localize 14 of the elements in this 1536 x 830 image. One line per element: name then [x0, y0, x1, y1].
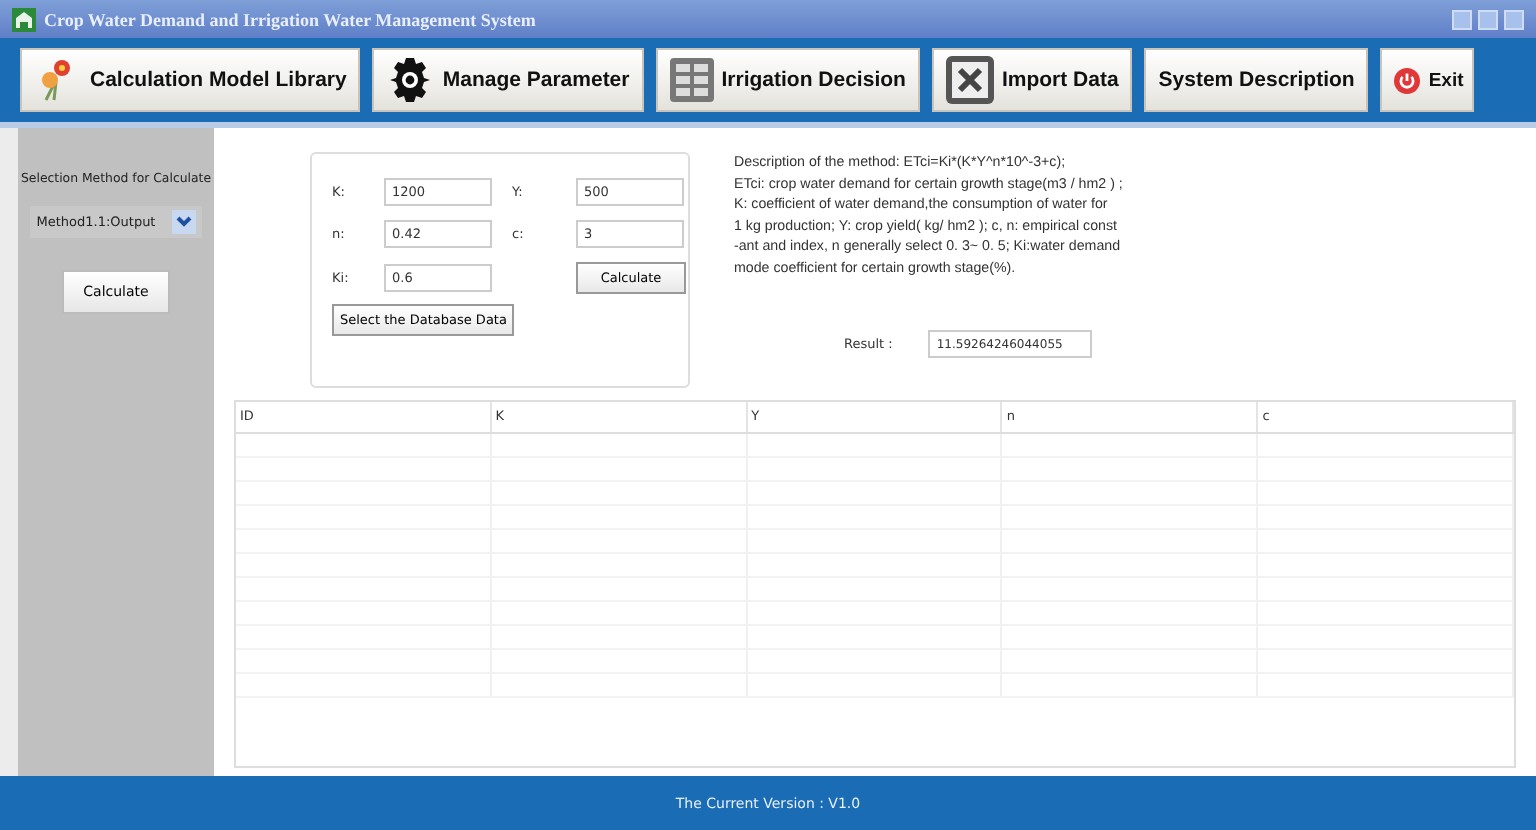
toolbar-button[interactable]: Manage Parameter	[372, 48, 644, 112]
toolbar-button[interactable]: Import Data	[931, 48, 1133, 112]
toolbar-button[interactable]: Irrigation Decision	[655, 48, 920, 112]
window-title: Crop Water Demand and Irrigation Water Management System	[44, 9, 536, 29]
minimize-button[interactable]	[1452, 9, 1472, 29]
close-button[interactable]	[1504, 9, 1524, 29]
gear-icon	[386, 56, 435, 104]
app-icon	[12, 7, 36, 31]
toolbar-button[interactable]: Exit	[1380, 48, 1474, 112]
toolbar-button[interactable]: System Description	[1144, 48, 1369, 112]
grid-icon	[669, 58, 714, 102]
power-icon	[1394, 67, 1421, 93]
maximize-button[interactable]	[1478, 9, 1498, 29]
toolbar-button[interactable]: Calculation Model Library	[20, 48, 361, 112]
